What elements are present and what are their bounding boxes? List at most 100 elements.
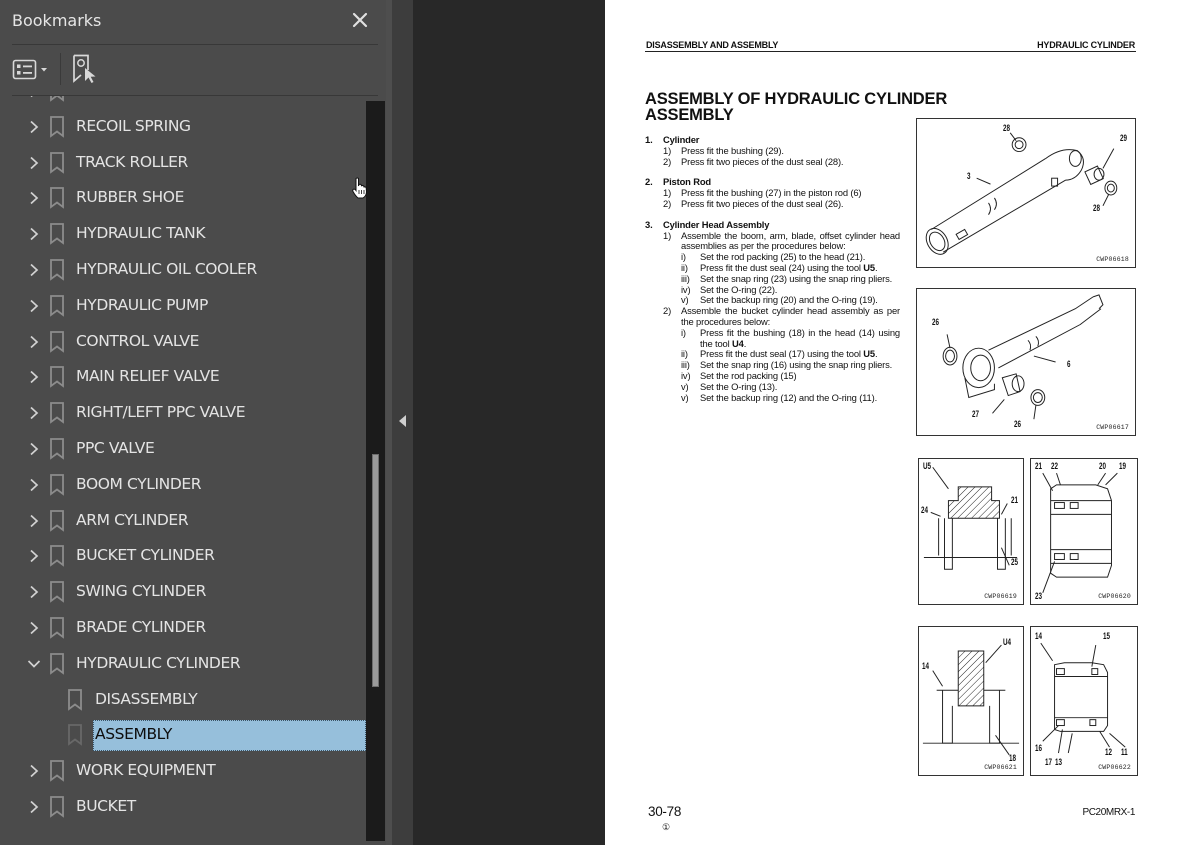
bookmark-label: RUBBER SHOE (76, 188, 184, 207)
figure-code: CWP06622 (1098, 764, 1131, 771)
chevron-right-icon[interactable] (27, 298, 41, 314)
chevron-right-icon[interactable] (27, 763, 41, 779)
bookmark-item-right-left-ppc-valve[interactable]: RIGHT/LEFT PPC VALVE (0, 395, 366, 431)
chevron-right-icon[interactable] (27, 477, 41, 493)
bookmark-label: HYDRAULIC PUMP (76, 295, 208, 314)
bookmark-item-disassembly[interactable]: DISASSEMBLY (0, 682, 366, 718)
chevron-right-icon[interactable] (27, 548, 41, 564)
figure-bucket-head: 14 15 16 17 13 12 11 CWP06622 (1030, 626, 1138, 776)
collapse-arrow-icon (399, 415, 406, 427)
callout-21: 21 (1011, 495, 1019, 505)
chevron-right-icon[interactable] (27, 799, 41, 815)
bookmark-item-bucket[interactable]: BUCKET (0, 789, 366, 825)
assembly-steps: 1. Cylinder 1) Press fit the bushing (29). 2… (645, 134, 900, 413)
bookmark-label: PPC VALVE (76, 438, 155, 457)
figure-code: CWP06619 (984, 593, 1017, 600)
tool-ref: U4 (732, 337, 744, 349)
bookmark-icon (49, 151, 65, 174)
bookmark-item-ppc-valve[interactable]: PPC VALVE (0, 431, 366, 467)
callout-14: 14 (922, 661, 930, 671)
chevron-right-icon[interactable] (27, 584, 41, 600)
panel-title: Bookmarks (12, 11, 102, 30)
head-section-drawing (1042, 472, 1118, 594)
chevron-right-icon[interactable] (27, 620, 41, 636)
close-panel-button[interactable] (348, 9, 372, 33)
bookmark-item-control-valve[interactable]: CONTROL VALVE (0, 324, 366, 360)
toolbar-separator (60, 53, 61, 85)
chevron-right-icon[interactable] (27, 405, 41, 421)
bookmark-icon (49, 617, 65, 639)
bookmark-item-boom-cylinder[interactable]: BOOM CYLINDER (0, 467, 366, 503)
bookmark-item-swing-cylinder[interactable]: SWING CYLINDER (0, 574, 366, 610)
bookmark-item-bucket-cylinder[interactable]: BUCKET CYLINDER (0, 538, 366, 574)
bookmark-label: HYDRAULIC OIL COOLER (76, 259, 257, 278)
step-item: 1) Assemble the boom, arm, blade, offset … (663, 229, 900, 252)
bookmark-item-main-relief-valve[interactable]: MAIN RELIEF VALVE (0, 359, 366, 395)
bookmark-label: BOOM CYLINDER (76, 474, 202, 493)
bookmark-item-track-roller[interactable]: TRACK ROLLER (0, 145, 366, 181)
collapse-panel-button[interactable] (392, 0, 413, 845)
callout-15: 15 (1103, 631, 1111, 641)
bookmark-options-button[interactable] (12, 58, 54, 82)
bookmark-label: RECOIL SPRING (76, 116, 191, 135)
bookmark-icon (49, 330, 65, 353)
figure-head-u5: U5 21 24 25 CWP06619 (918, 458, 1024, 605)
bookmark-item-hydraulic-tank[interactable]: HYDRAULIC TANK (0, 216, 366, 252)
bookmark-item-recoil-spring[interactable]: RECOIL SPRING (0, 109, 366, 145)
bookmarks-scrollbar[interactable] (366, 101, 385, 841)
bookmark-label: CONTROL VALVE (76, 331, 199, 350)
callout-29: 29 (1120, 133, 1128, 143)
bookmark-item-hydraulic-cylinder[interactable]: HYDRAULIC CYLINDER (0, 646, 366, 682)
chevron-right-icon[interactable] (27, 262, 41, 278)
bookmark-label: IDLER (76, 96, 120, 99)
callout-28: 28 (1003, 123, 1011, 133)
chevron-right-icon[interactable] (27, 190, 41, 206)
chevron-right-icon[interactable] (27, 441, 41, 457)
bookmark-item-rubber-shoe[interactable]: RUBBER SHOE (0, 180, 366, 216)
bookmark-label: RIGHT/LEFT PPC VALVE (76, 403, 246, 422)
bookmark-item-brade-cylinder[interactable]: BRADE CYLINDER (0, 610, 366, 646)
scrollbar-thumb[interactable] (372, 454, 379, 687)
revision-mark: ① (662, 822, 671, 832)
piston-rod-drawing (942, 294, 1104, 420)
panel-header: Bookmarks (0, 0, 386, 45)
title-line-1: ASSEMBLY OF HYDRAULIC CYLINDER (645, 90, 948, 108)
step-item: 2) Press fit two pieces of the dust seal … (663, 197, 844, 209)
callout-21: 21 (1035, 461, 1043, 471)
bookmark-icon (49, 545, 65, 568)
step-item: 1) Press fit the bushing (29). (663, 144, 784, 156)
callout-25: 25 (1011, 557, 1019, 567)
bookmarks-panel: Bookmarks RECOIL SPRING TRACK ROLLER RUB… (0, 0, 386, 845)
find-current-bookmark-button[interactable] (72, 54, 100, 84)
bookmark-item-hydraulic-pump[interactable]: HYDRAULIC PUMP (0, 288, 366, 324)
callout-3: 3 (967, 171, 971, 181)
chevron-down-icon[interactable] (27, 656, 41, 672)
callout-26: 26 (932, 317, 940, 327)
bookmark-item-hydraulic-oil-cooler[interactable]: HYDRAULIC OIL COOLER (0, 252, 366, 288)
callout-23: 23 (1035, 591, 1043, 601)
chevron-right-icon[interactable] (27, 334, 41, 350)
bookmark-item-work-equipment[interactable]: WORK EQUIPMENT (0, 753, 366, 789)
chevron-right-icon[interactable] (27, 96, 41, 99)
chevron-right-icon[interactable] (27, 513, 41, 529)
chevron-right-icon[interactable] (27, 226, 41, 242)
page-title: ASSEMBLY OF HYDRAULIC CYLINDER ASSEMBLY (645, 90, 948, 124)
bookmark-item-idler[interactable]: IDLER (0, 96, 366, 109)
bookmark-icon (49, 652, 65, 675)
bookmark-label: HYDRAULIC TANK (76, 224, 206, 243)
callout-14: 14 (1035, 631, 1043, 641)
callout-11: 11 (1121, 747, 1128, 757)
callout-17: 17 (1045, 757, 1053, 767)
bookmark-label: SWING CYLINDER (76, 582, 206, 601)
bookmark-label: HYDRAULIC CYLINDER (76, 653, 241, 672)
section-3: 3. Cylinder Head Assembly 1) Assemble the b… (645, 219, 900, 404)
bookmark-item-assembly[interactable]: ASSEMBLY (0, 717, 366, 753)
bookmark-icon (49, 473, 65, 496)
bookmark-item-arm-cylinder[interactable]: ARM CYLINDER (0, 503, 366, 539)
chevron-right-icon[interactable] (27, 119, 41, 135)
callout-20: 20 (1099, 461, 1107, 471)
chevron-right-icon[interactable] (27, 155, 41, 171)
chevron-right-icon[interactable] (27, 369, 41, 385)
bookmarks-toolbar (0, 46, 386, 94)
head-u5-drawing (923, 466, 1018, 570)
